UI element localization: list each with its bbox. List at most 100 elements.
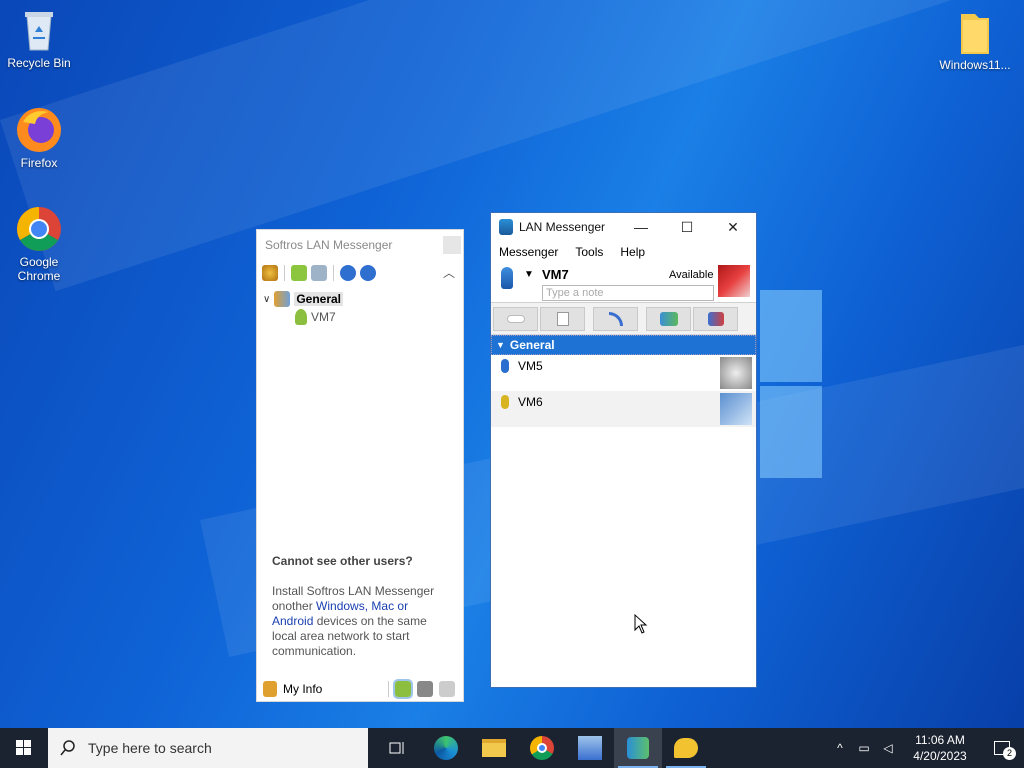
clock-time: 11:06 AM xyxy=(915,733,965,747)
status-offline-icon[interactable] xyxy=(439,681,455,697)
softros-panel: Softros LAN Messenger ︿ ∨ General VM7 Ca… xyxy=(256,229,464,702)
close-button[interactable]: ✕ xyxy=(710,213,756,241)
desktop-icon-recycle-bin[interactable]: Recycle Bin xyxy=(0,6,78,70)
manage-contacts-button[interactable] xyxy=(693,306,738,331)
open-folder-icon[interactable] xyxy=(291,265,307,281)
chevron-up-icon[interactable]: ^ xyxy=(828,741,852,755)
settings-gear-icon[interactable] xyxy=(262,265,278,281)
taskbar-chrome[interactable] xyxy=(518,728,566,768)
maximize-button[interactable]: ☐ xyxy=(664,213,710,241)
folder-icon xyxy=(951,8,999,56)
contact-status-icon xyxy=(501,359,509,373)
lan-menu-bar: Messenger Tools Help xyxy=(491,241,756,263)
divider xyxy=(388,681,389,697)
task-view-button[interactable] xyxy=(374,728,422,768)
help-icon[interactable] xyxy=(340,265,356,281)
notification-button[interactable]: 2 xyxy=(980,728,1024,768)
tree-group-general[interactable]: ∨ General xyxy=(263,290,463,308)
my-name: VM7 xyxy=(542,267,569,282)
contact-name: VM5 xyxy=(518,359,543,373)
status-online-icon[interactable] xyxy=(393,679,413,699)
my-status-text[interactable]: Available xyxy=(669,269,713,281)
contact-status-icon xyxy=(501,395,509,409)
clock-date: 4/20/2023 xyxy=(913,749,967,763)
softros-title-button[interactable] xyxy=(443,236,461,254)
taskbar-search[interactable]: Type here to search xyxy=(48,728,368,768)
taskbar-softros[interactable] xyxy=(662,728,710,768)
minimize-button[interactable]: — xyxy=(618,213,664,241)
help-text: Install Softros LAN Messenger onother Wi… xyxy=(272,584,452,659)
network-icon[interactable]: ▭ xyxy=(852,741,876,755)
desktop-icon-chrome[interactable]: Google Chrome xyxy=(0,205,78,283)
file-icon xyxy=(556,311,569,326)
add-group-button[interactable] xyxy=(646,306,691,331)
notification-badge: 2 xyxy=(1003,747,1016,760)
user-online-icon xyxy=(295,309,307,325)
help-text-part: or xyxy=(394,599,409,613)
contact-group-general[interactable]: ▼ General xyxy=(491,335,756,355)
desktop-icon-firefox[interactable]: Firefox xyxy=(0,106,78,170)
firefox-icon xyxy=(15,106,63,154)
tree-user-vm7[interactable]: VM7 xyxy=(263,308,463,326)
chevron-up-icon[interactable]: ︿ xyxy=(443,264,455,281)
contact-name: VM6 xyxy=(518,395,543,409)
file-explorer-icon xyxy=(482,739,506,757)
softros-toolbar: ︿ xyxy=(257,260,463,286)
chrome-icon xyxy=(530,736,554,760)
contact-vm5[interactable]: VM5 xyxy=(491,355,756,391)
lan-messenger-icon xyxy=(627,737,649,759)
send-file-button[interactable] xyxy=(540,306,585,331)
taskbar-file-explorer[interactable] xyxy=(470,728,518,768)
my-avatar[interactable] xyxy=(718,265,750,297)
tree-group-label: General xyxy=(294,292,344,306)
taskbar: Type here to search ^ ▭ ◁ 11:06 AM 4/20/… xyxy=(0,728,1024,768)
note-input[interactable]: Type a note xyxy=(542,285,714,301)
mac-link[interactable]: Mac xyxy=(371,599,394,613)
status-dropdown-arrow-icon[interactable]: ▼ xyxy=(524,269,534,280)
windows-link[interactable]: Windows xyxy=(316,599,365,613)
softros-chat-icon xyxy=(674,738,698,758)
lan-title-bar[interactable]: LAN Messenger — ☐ ✕ xyxy=(491,213,756,241)
contact-avatar xyxy=(720,393,752,425)
broadcast-button[interactable] xyxy=(593,306,638,331)
contact-avatar xyxy=(720,357,752,389)
contact-vm6[interactable]: VM6 xyxy=(491,391,756,427)
volume-muted-icon[interactable]: ◁ xyxy=(876,741,900,755)
info-icon[interactable] xyxy=(360,265,376,281)
taskbar-network-app[interactable] xyxy=(566,728,614,768)
softros-user-tree: ∨ General VM7 xyxy=(257,290,463,326)
softros-bottom-bar: My Info xyxy=(257,677,463,701)
softros-title: Softros LAN Messenger xyxy=(265,238,393,252)
taskbar-lan-messenger[interactable] xyxy=(614,728,662,768)
android-link[interactable]: Android xyxy=(272,614,313,628)
my-status-icon[interactable] xyxy=(501,267,513,289)
help-section: Cannot see other users? Install Softros … xyxy=(272,554,452,659)
my-profile-panel: ▼ VM7 Available Type a note xyxy=(491,263,756,303)
search-icon xyxy=(60,740,75,756)
add-group-icon xyxy=(659,311,678,326)
my-info-link[interactable]: My Info xyxy=(283,682,322,696)
softros-title-bar[interactable]: Softros LAN Messenger xyxy=(257,230,463,260)
mouse-cursor-icon xyxy=(634,614,648,634)
menu-messenger[interactable]: Messenger xyxy=(499,245,558,259)
clock[interactable]: 11:06 AM 4/20/2023 xyxy=(900,732,980,764)
contact-group-label: General xyxy=(509,338,555,352)
windows-icon xyxy=(16,740,31,755)
menu-tools[interactable]: Tools xyxy=(575,245,603,259)
tree-user-label: VM7 xyxy=(311,310,336,324)
taskbar-edge[interactable] xyxy=(422,728,470,768)
desktop-icon-label: Windows11... xyxy=(939,58,1011,72)
lan-app-icon xyxy=(499,219,513,235)
chrome-icon xyxy=(15,205,63,253)
send-message-button[interactable] xyxy=(493,306,538,331)
history-book-icon[interactable] xyxy=(311,265,327,281)
start-button[interactable] xyxy=(0,728,48,768)
menu-help[interactable]: Help xyxy=(620,245,645,259)
desktop: Recycle Bin Firefox Google Chrome Window… xyxy=(0,0,1024,728)
status-away-icon[interactable] xyxy=(417,681,433,697)
chevron-down-icon[interactable]: ∨ xyxy=(263,294,270,305)
desktop-icon-folder[interactable]: Windows11... xyxy=(936,8,1014,72)
lan-window-title: LAN Messenger xyxy=(519,220,606,234)
desktop-icon-label: Google Chrome xyxy=(17,255,61,283)
desktop-icon-label: Firefox xyxy=(20,156,58,170)
